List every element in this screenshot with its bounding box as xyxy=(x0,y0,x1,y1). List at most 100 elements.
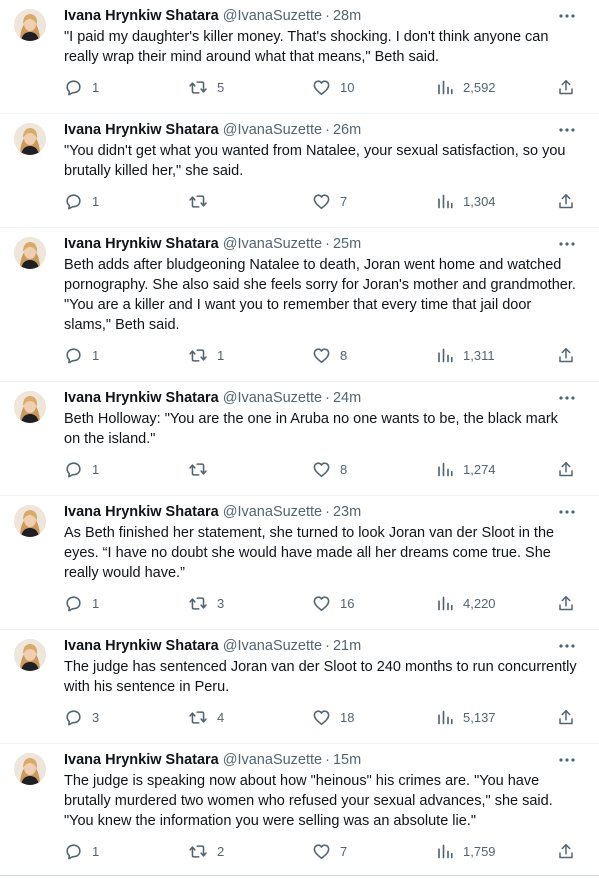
tweet-timestamp[interactable]: 15m xyxy=(333,751,361,769)
tweet-timestamp[interactable]: 26m xyxy=(333,121,361,139)
views-chart-icon xyxy=(436,192,454,211)
author-handle[interactable]: @IvanaSuzette xyxy=(223,751,322,769)
more-icon[interactable] xyxy=(557,503,577,521)
author-name[interactable]: Ivana Hrynkiw Shatara xyxy=(64,751,219,769)
views-button[interactable]: 1,304 xyxy=(436,187,496,215)
author-handle[interactable]: @IvanaSuzette xyxy=(223,503,322,521)
avatar[interactable] xyxy=(14,391,46,423)
like-button[interactable]: 16 xyxy=(312,589,354,617)
author-name[interactable]: Ivana Hrynkiw Shatara xyxy=(64,389,219,407)
tweet-timestamp[interactable]: 25m xyxy=(333,235,361,253)
retweet-button[interactable] xyxy=(188,187,217,215)
avatar[interactable] xyxy=(14,9,46,41)
retweet-button[interactable]: 4 xyxy=(188,703,224,731)
reply-button[interactable]: 1 xyxy=(64,341,99,369)
retweet-icon xyxy=(188,192,208,211)
author-handle[interactable]: @IvanaSuzette xyxy=(223,637,322,655)
tweet[interactable]: Ivana Hrynkiw Shatara @IvanaSuzette · 26… xyxy=(0,114,599,228)
tweet-timestamp[interactable]: 23m xyxy=(333,503,361,521)
share-button[interactable] xyxy=(557,187,575,215)
tweet-timestamp[interactable]: 21m xyxy=(333,637,361,655)
retweet-button[interactable]: 1 xyxy=(188,341,224,369)
views-button[interactable]: 1,311 xyxy=(436,341,495,369)
tweet[interactable]: Ivana Hrynkiw Shatara @IvanaSuzette · 25… xyxy=(0,228,599,382)
share-button[interactable] xyxy=(557,341,575,369)
like-button[interactable]: 7 xyxy=(312,837,347,865)
avatar[interactable] xyxy=(14,753,46,785)
heart-icon xyxy=(312,708,331,727)
more-icon[interactable] xyxy=(557,121,577,139)
share-button[interactable] xyxy=(557,73,575,101)
author-name[interactable]: Ivana Hrynkiw Shatara xyxy=(64,121,219,139)
share-button[interactable] xyxy=(557,837,575,865)
reply-icon xyxy=(64,842,83,861)
avatar[interactable] xyxy=(14,505,46,537)
views-button[interactable]: 4,220 xyxy=(436,589,496,617)
tweet-timestamp[interactable]: 24m xyxy=(333,389,361,407)
like-count: 7 xyxy=(340,193,348,209)
retweet-icon xyxy=(188,594,208,613)
author-name[interactable]: Ivana Hrynkiw Shatara xyxy=(64,503,219,521)
more-icon[interactable] xyxy=(557,751,577,769)
like-button[interactable]: 18 xyxy=(312,703,354,731)
avatar[interactable] xyxy=(14,237,46,269)
author-handle[interactable]: @IvanaSuzette xyxy=(223,389,322,407)
views-button[interactable]: 1,274 xyxy=(436,455,496,483)
retweet-button[interactable]: 5 xyxy=(188,73,224,101)
reply-icon xyxy=(64,346,83,365)
avatar[interactable] xyxy=(14,639,46,671)
retweet-count: 3 xyxy=(217,595,225,611)
author-name[interactable]: Ivana Hrynkiw Shatara xyxy=(64,235,219,253)
reply-button[interactable]: 1 xyxy=(64,837,99,865)
like-button[interactable]: 8 xyxy=(312,455,347,483)
like-count: 16 xyxy=(340,595,355,611)
like-count: 7 xyxy=(340,843,348,859)
reply-button[interactable]: 1 xyxy=(64,589,99,617)
reply-count: 1 xyxy=(92,461,100,477)
like-button[interactable]: 7 xyxy=(312,187,347,215)
reply-count: 1 xyxy=(92,79,100,95)
avatar[interactable] xyxy=(14,123,46,155)
more-icon[interactable] xyxy=(557,389,577,407)
more-icon[interactable] xyxy=(557,637,577,655)
share-button[interactable] xyxy=(557,455,575,483)
tweet[interactable]: Ivana Hrynkiw Shatara @IvanaSuzette · 23… xyxy=(0,496,599,630)
author-name[interactable]: Ivana Hrynkiw Shatara xyxy=(64,637,219,655)
retweet-button[interactable]: 3 xyxy=(188,589,224,617)
author-name[interactable]: Ivana Hrynkiw Shatara xyxy=(64,7,219,25)
tweet-actions: 1 7 1,304 xyxy=(64,187,583,227)
views-button[interactable]: 1,759 xyxy=(436,837,496,865)
reply-button[interactable]: 3 xyxy=(64,703,99,731)
author-handle[interactable]: @IvanaSuzette xyxy=(223,121,322,139)
reply-count: 1 xyxy=(92,347,100,363)
share-button[interactable] xyxy=(557,703,575,731)
tweet-header: Ivana Hrynkiw Shatara @IvanaSuzette · 26… xyxy=(64,121,583,139)
reply-button[interactable]: 1 xyxy=(64,187,99,215)
tweet-header: Ivana Hrynkiw Shatara @IvanaSuzette · 15… xyxy=(64,751,583,769)
tweet[interactable]: Ivana Hrynkiw Shatara @IvanaSuzette · 28… xyxy=(0,0,599,114)
views-chart-icon xyxy=(436,460,454,479)
tweet[interactable]: Ivana Hrynkiw Shatara @IvanaSuzette · 15… xyxy=(0,744,599,878)
like-button[interactable]: 10 xyxy=(312,73,354,101)
views-button[interactable]: 2,592 xyxy=(436,73,496,101)
share-button[interactable] xyxy=(557,589,575,617)
more-icon[interactable] xyxy=(557,7,577,25)
like-button[interactable]: 8 xyxy=(312,341,347,369)
retweet-button[interactable]: 2 xyxy=(188,837,224,865)
views-button[interactable]: 5,137 xyxy=(436,703,496,731)
tweet-actions: 1 8 1,274 xyxy=(64,455,583,495)
retweet-button[interactable] xyxy=(188,455,217,483)
tweet[interactable]: Ivana Hrynkiw Shatara @IvanaSuzette · 24… xyxy=(0,382,599,496)
more-icon[interactable] xyxy=(557,235,577,253)
author-handle[interactable]: @IvanaSuzette xyxy=(223,7,322,25)
separator-dot: · xyxy=(325,638,330,654)
reply-button[interactable]: 1 xyxy=(64,73,99,101)
separator-dot: · xyxy=(325,390,330,406)
tweet[interactable]: Ivana Hrynkiw Shatara @IvanaSuzette · 21… xyxy=(0,630,599,744)
share-icon xyxy=(557,192,575,211)
reply-button[interactable]: 1 xyxy=(64,455,99,483)
author-handle[interactable]: @IvanaSuzette xyxy=(223,235,322,253)
tweet-timestamp[interactable]: 28m xyxy=(333,7,361,25)
tweet-text: The judge has sentenced Joran van der Sl… xyxy=(64,659,577,695)
bottom-divider xyxy=(0,875,599,879)
